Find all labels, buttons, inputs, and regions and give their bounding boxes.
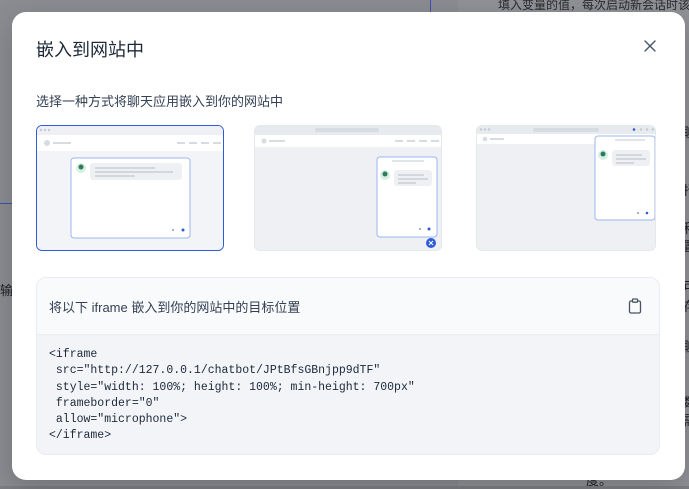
fullpage-preview-icon [37, 126, 223, 250]
embed-option-floating-bubble[interactable] [254, 125, 442, 251]
extension-preview-icon [477, 126, 655, 250]
code-line: </iframe> [49, 429, 112, 443]
iframe-code-snippet[interactable]: <iframe src="http://127.0.0.1/chatbot/JP… [37, 335, 659, 454]
code-panel-description: 将以下 iframe 嵌入到你的网站中的目标位置 [49, 299, 301, 315]
modal-title: 嵌入到网站中 [36, 40, 144, 60]
embed-modal: 嵌入到网站中 选择一种方式将聊天应用嵌入到你的网站中 将以下 iframe 嵌入… [12, 12, 685, 480]
close-icon [644, 40, 656, 52]
code-line: allow="microphone"> [49, 413, 188, 427]
code-line: style="width: 100%; height: 100%; min-he… [49, 380, 415, 394]
embed-code-panel: 将以下 iframe 嵌入到你的网站中的目标位置 <iframe src="ht… [36, 277, 660, 455]
clipboard-icon [628, 298, 642, 314]
code-panel-header: 将以下 iframe 嵌入到你的网站中的目标位置 [37, 278, 659, 335]
code-line: <iframe [49, 348, 98, 361]
close-button[interactable] [640, 36, 660, 56]
copy-button[interactable] [623, 294, 647, 318]
background-divider [430, 0, 431, 12]
code-line: src="http://127.0.0.1/chatbot/JPtBfsGBnj… [49, 364, 381, 378]
embed-option-chrome-extension[interactable] [476, 125, 656, 251]
embed-option-fullpage[interactable] [36, 125, 224, 251]
background-divider [0, 203, 12, 204]
modal-subtitle: 选择一种方式将聊天应用嵌入到你的网站中 [36, 94, 284, 109]
bubble-preview-icon [255, 126, 441, 250]
code-line: frameborder="0" [49, 396, 160, 410]
